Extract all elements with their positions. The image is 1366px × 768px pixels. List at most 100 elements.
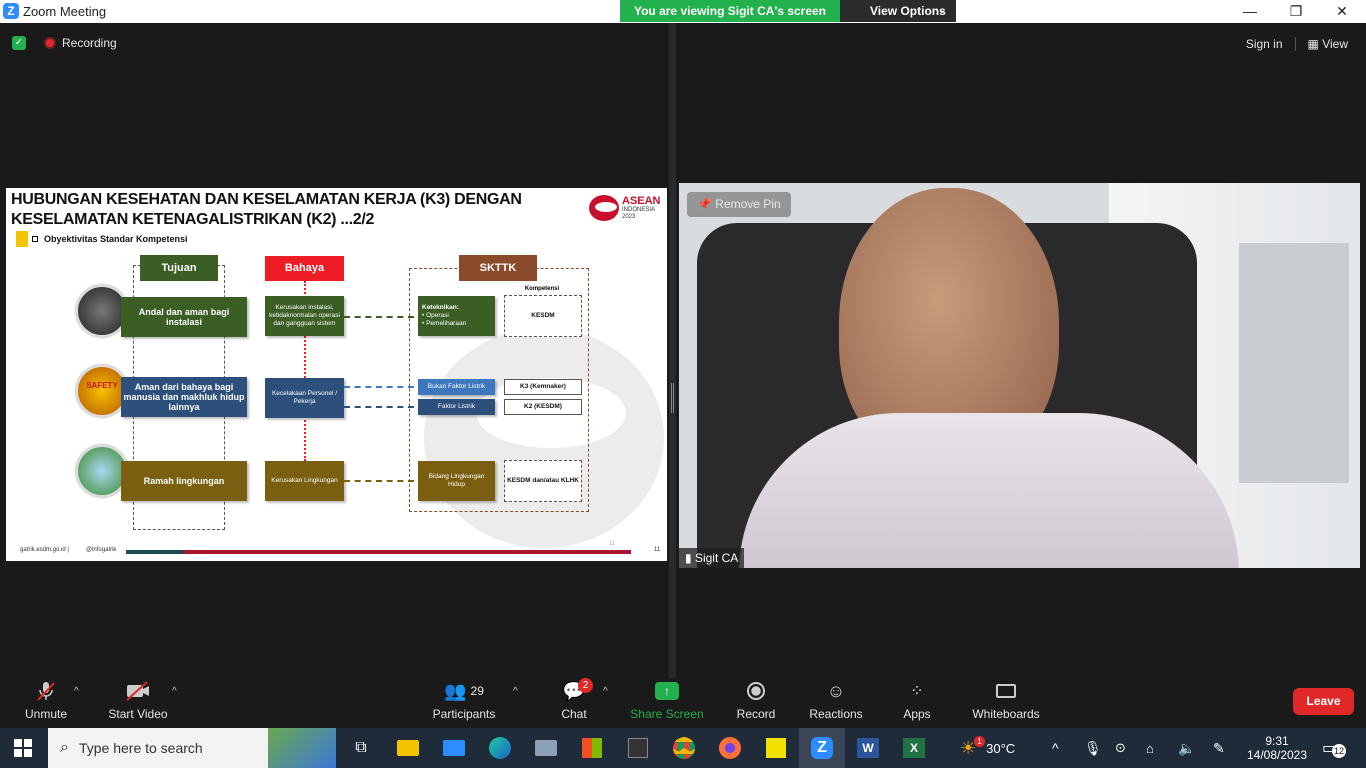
header-tujuan: Tujuan xyxy=(140,255,218,281)
reactions-button[interactable]: ☺ Reactions xyxy=(806,678,866,728)
record-dot-icon xyxy=(44,37,56,49)
recording-indicator[interactable]: Recording xyxy=(44,36,117,50)
chat-options-caret[interactable]: ^ xyxy=(603,686,608,697)
shared-screen: HUBUNGAN KESEHATAN DAN KESELAMATAN KERJA… xyxy=(6,188,667,561)
participants-button[interactable]: 👥 29 Participants xyxy=(430,678,498,728)
participant-name: Sigit CA xyxy=(694,551,739,565)
start-video-label: Start Video xyxy=(108,707,168,721)
sticky-notes-icon[interactable] xyxy=(753,728,799,768)
clock-date: 14/08/2023 xyxy=(1246,748,1308,762)
taskbar-search[interactable]: ⌕ Type here to search xyxy=(48,728,336,768)
minimize-button[interactable]: — xyxy=(1227,0,1273,23)
record-button[interactable]: Record xyxy=(730,678,782,728)
sktk-box-1-title: Keteknikan: xyxy=(422,304,459,311)
weather-widget[interactable]: ☀ 1 30°C xyxy=(960,728,1015,768)
kompetensi-box-3: KESDM dan/atau KLHK xyxy=(504,460,582,502)
footer-strip-dark xyxy=(126,550,184,554)
page-number-small: 11 xyxy=(609,541,616,547)
share-screen-icon: ↑ xyxy=(630,678,704,704)
security-shield-icon[interactable]: ✓ xyxy=(12,36,26,50)
asean-logo: ASEAN INDONESIA 2023 xyxy=(589,193,661,223)
close-button[interactable]: ✕ xyxy=(1319,0,1365,23)
participants-icon: 👥 29 xyxy=(444,680,484,701)
tujuan-box-1: Andal dan aman bagi instalasi xyxy=(121,297,247,337)
sign-in-button[interactable]: Sign in xyxy=(1238,33,1291,55)
mic-tray-icon[interactable]: 🎙 xyxy=(1084,728,1102,768)
kompetensi-label: Kompetensi xyxy=(524,286,560,292)
slide-title-line1: HUBUNGAN KESEHATAN DAN KESELAMATAN KERJA… xyxy=(11,191,522,208)
participants-label: Participants xyxy=(432,707,496,721)
record-label: Record xyxy=(736,707,776,721)
view-options-button[interactable]: View Options ⌄ xyxy=(840,0,956,22)
drag-handle-icon[interactable] xyxy=(671,383,674,413)
arrow-3 xyxy=(344,480,414,482)
whiteboards-button[interactable]: Whiteboards xyxy=(968,678,1044,728)
bahaya-box-1: Kerusakan instalasi, ketidaknormalan ope… xyxy=(265,296,344,336)
meeting-status-bar: ✓ Recording xyxy=(12,34,117,52)
windows-taskbar: ⌕ Type here to search ⧉ Z W X ☀ 1 30°C ^ … xyxy=(0,728,1366,768)
remove-pin-label: Remove Pin xyxy=(715,197,781,211)
zoom-logo-icon: Z xyxy=(3,3,19,19)
mail-icon[interactable] xyxy=(431,728,477,768)
search-highlight-image xyxy=(268,728,336,768)
footer-site: gatrik.esdm.go.id | xyxy=(20,547,69,553)
audio-options-caret[interactable]: ^ xyxy=(74,686,79,697)
bahaya-box-2: Kecelakaan Personel / Pekerja xyxy=(265,378,344,418)
reactions-label: Reactions xyxy=(809,707,863,721)
task-view-icon[interactable]: ⧉ xyxy=(338,728,384,768)
share-screen-button[interactable]: ↑ Share Screen xyxy=(630,678,704,728)
camera-tray-icon[interactable]: ⊙ xyxy=(1115,728,1126,768)
mic-muted-icon xyxy=(18,678,74,704)
signal-bars-icon: ▮ xyxy=(685,551,695,565)
microsoft-store-icon[interactable] xyxy=(569,728,615,768)
meeting-toolbar: Unmute ^ Start Video ^ 👥 29 Participants … xyxy=(0,678,1366,728)
excel-icon[interactable]: X xyxy=(891,728,937,768)
slide-title-line2: KESELAMATAN KETENAGALISTRIKAN (K2) ...2/… xyxy=(11,211,375,228)
notification-icon: ▭ 12 xyxy=(1322,740,1346,758)
asean-logo-sub1: INDONESIA xyxy=(622,207,656,213)
participant-name-tag: ▮ Sigit CA xyxy=(679,548,745,568)
firefox-icon[interactable] xyxy=(707,728,753,768)
video-options-caret[interactable]: ^ xyxy=(172,686,177,697)
participants-options-caret[interactable]: ^ xyxy=(513,686,518,697)
window-title: Zoom Meeting xyxy=(23,4,107,19)
media-app-icon[interactable] xyxy=(615,728,661,768)
network-icon[interactable]: ⌂ xyxy=(1146,728,1154,768)
chrome-icon[interactable] xyxy=(661,728,707,768)
accent-bar xyxy=(16,231,28,247)
split-divider[interactable] xyxy=(669,23,676,678)
kompetensi-box-1: KESDM xyxy=(504,295,582,337)
start-video-button[interactable]: Start Video xyxy=(104,678,172,728)
chevron-down-icon: ⌄ xyxy=(937,5,946,16)
pen-icon[interactable]: ✎ xyxy=(1213,728,1225,768)
tray-overflow-icon[interactable]: ^ xyxy=(1052,728,1059,768)
notifications-button[interactable]: ▭ 12 xyxy=(1322,728,1346,768)
printer-app-icon[interactable] xyxy=(523,728,569,768)
unmute-button[interactable]: Unmute xyxy=(18,678,74,728)
footer-strip xyxy=(126,550,631,554)
volume-icon[interactable]: 🔈 xyxy=(1178,728,1195,768)
clock[interactable]: 9:31 14/08/2023 xyxy=(1246,728,1308,768)
asean-logo-sub2: 2023 xyxy=(622,214,636,220)
sktk-box-3: Bidang Lingkungan Hidup xyxy=(418,461,495,501)
word-icon[interactable]: W xyxy=(845,728,891,768)
kompetensi-box-2b: K2 (KESDM) xyxy=(504,399,582,415)
zoom-taskbar-icon[interactable]: Z xyxy=(799,728,845,768)
whiteboard-icon xyxy=(968,678,1044,704)
background-shelf xyxy=(1239,243,1349,483)
file-explorer-icon[interactable] xyxy=(385,728,431,768)
asean-swoosh-inner xyxy=(595,202,617,212)
view-button[interactable]: ▦ View xyxy=(1300,33,1356,55)
chat-button[interactable]: 💬 2 Chat xyxy=(550,678,598,728)
participant-video[interactable]: 📌 Remove Pin ▮ Sigit CA xyxy=(679,183,1360,568)
leave-button[interactable]: Leave xyxy=(1293,688,1354,715)
maximize-button[interactable]: ❐ xyxy=(1273,0,1319,23)
apps-button[interactable]: ⁘ Apps xyxy=(896,678,938,728)
remove-pin-button[interactable]: 📌 Remove Pin xyxy=(687,192,791,217)
edge-browser-icon[interactable] xyxy=(477,728,523,768)
arrow-2b xyxy=(344,406,414,408)
participants-count: 29 xyxy=(470,684,484,698)
top-right-controls: Sign in ▦ View xyxy=(1238,33,1356,55)
windows-start-icon[interactable] xyxy=(0,728,46,768)
tujuan-box-2: Aman dari bahaya bagi manusia dan makhlu… xyxy=(121,377,247,417)
